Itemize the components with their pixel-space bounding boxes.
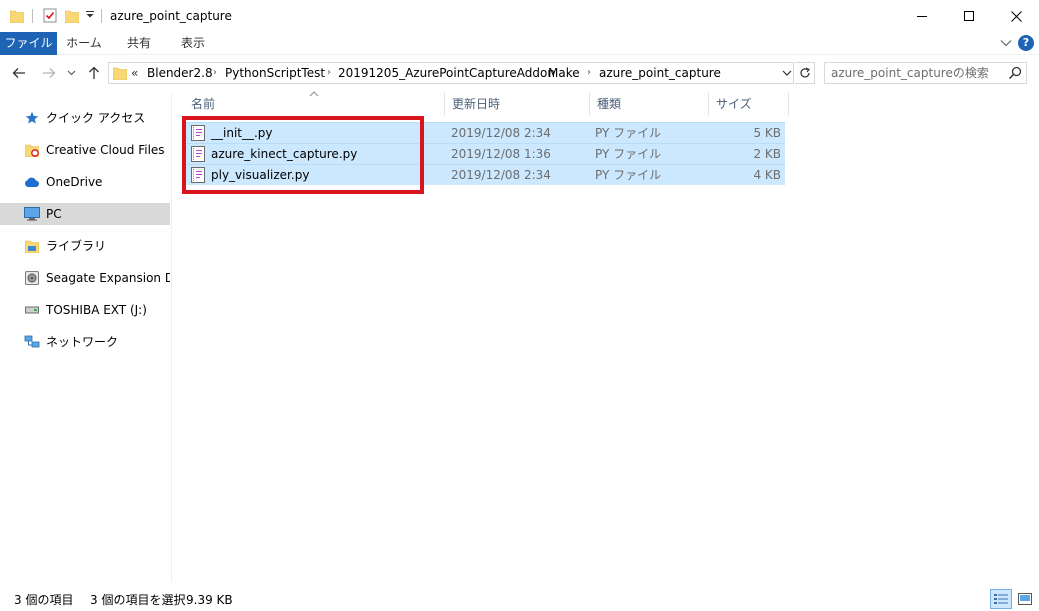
item-count: 3 個の項目 [14, 593, 74, 607]
address-bar[interactable]: « Blender2.8 › PythonScriptTest › 201912… [108, 62, 794, 84]
breadcrumb-overflow[interactable]: « [131, 65, 138, 81]
breadcrumb-azure-point-capture[interactable]: azure_point_capture [599, 65, 721, 81]
chevron-down-icon [782, 70, 792, 76]
sidebar-item-toshiba[interactable]: TOSHIBA EXT (J:) [0, 299, 170, 321]
computer-icon [24, 206, 40, 222]
customize-quick-access-icon[interactable] [85, 9, 95, 23]
close-button[interactable] [993, 0, 1039, 32]
file-type: PY ファイル [595, 126, 662, 140]
folder-icon[interactable] [9, 8, 25, 24]
breadcrumb-make[interactable]: Make [548, 65, 580, 81]
selection-size: 9.39 KB [186, 593, 233, 607]
selection-count: 3 個の項目を選択 [90, 593, 186, 607]
breadcrumb-separator[interactable]: › [536, 65, 540, 81]
tab-file[interactable]: ファイル [0, 32, 57, 55]
highlight-annotation [182, 116, 424, 194]
ribbon: ファイル ホーム 共有 表示 ? [0, 32, 1039, 55]
breadcrumb-separator[interactable]: › [327, 65, 331, 81]
column-header-type[interactable]: 種類 [589, 92, 707, 116]
arrow-left-icon [12, 68, 25, 78]
sidebar-item-label: PC [46, 207, 62, 221]
forward-button[interactable] [40, 64, 58, 82]
sidebar-item-network[interactable]: ネットワーク [0, 331, 170, 353]
navigation-bar: « Blender2.8 › PythonScriptTest › 201912… [0, 56, 1039, 90]
file-date: 2019/12/08 2:34 [451, 168, 551, 182]
new-folder-icon[interactable] [64, 8, 80, 24]
large-icons-view-icon [1018, 593, 1032, 605]
search-icon[interactable] [1008, 66, 1022, 80]
network-icon [24, 334, 40, 350]
breadcrumb-separator[interactable]: › [213, 65, 217, 81]
search-box[interactable] [824, 62, 1027, 84]
details-view-button[interactable] [990, 589, 1012, 609]
drive-icon [24, 270, 40, 286]
breadcrumb-blender[interactable]: Blender2.8 [147, 65, 213, 81]
file-date: 2019/12/08 1:36 [451, 147, 551, 161]
cloud-icon [24, 174, 40, 190]
column-header-date[interactable]: 更新日時 [444, 92, 588, 116]
refresh-button[interactable] [795, 62, 815, 84]
sidebar-item-label: ライブラリ [46, 239, 107, 253]
column-header-name[interactable]: 名前 [183, 92, 443, 116]
sidebar-item-libraries[interactable]: ライブラリ [0, 235, 170, 257]
library-icon [24, 238, 40, 254]
sidebar-item-pc[interactable]: PC [0, 203, 170, 225]
breadcrumb-pythonscripttest[interactable]: PythonScriptTest [225, 65, 325, 81]
refresh-icon [799, 67, 810, 78]
breadcrumb-addon-folder[interactable]: 20191205_AzurePointCaptureAddon [338, 65, 555, 81]
creative-cloud-icon [24, 142, 40, 158]
column-header-size[interactable]: サイズ [708, 92, 788, 116]
recent-locations-button[interactable] [64, 64, 78, 82]
properties-icon[interactable] [43, 8, 57, 23]
sidebar-item-onedrive[interactable]: OneDrive [0, 171, 170, 193]
navigation-pane: クイック アクセス Creative Cloud Files OneDrive … [0, 92, 170, 582]
tab-home[interactable]: ホーム [59, 32, 109, 55]
help-icon[interactable]: ? [1018, 35, 1034, 51]
sidebar-item-label: Seagate Expansion Drive [46, 271, 170, 285]
window-title: azure_point_capture [110, 9, 232, 23]
file-size: 2 KB [753, 147, 781, 161]
arrow-up-icon [89, 66, 99, 79]
large-icons-view-button[interactable] [1014, 589, 1036, 609]
close-icon [1010, 10, 1022, 22]
sidebar-item-label: OneDrive [46, 175, 103, 189]
file-size: 5 KB [753, 126, 781, 140]
file-type: PY ファイル [595, 147, 662, 161]
arrow-right-icon [43, 68, 56, 78]
sidebar-item-label: TOSHIBA EXT (J:) [46, 303, 147, 317]
sidebar-item-label: Creative Cloud Files [46, 143, 165, 157]
details-view-icon [994, 594, 1008, 604]
file-type: PY ファイル [595, 168, 662, 182]
address-history-button[interactable] [781, 66, 793, 80]
file-date: 2019/12/08 2:34 [451, 126, 551, 140]
chevron-down-icon [1000, 40, 1012, 47]
back-button[interactable] [10, 64, 28, 82]
sidebar-item-quick-access[interactable]: クイック アクセス [0, 107, 170, 129]
pane-divider[interactable] [171, 92, 172, 582]
usb-drive-icon [24, 302, 40, 318]
sidebar-item-label: クイック アクセス [46, 111, 146, 125]
up-button[interactable] [85, 64, 103, 82]
folder-icon [112, 66, 128, 81]
search-input[interactable] [831, 65, 1001, 81]
title-bar: azure_point_capture [0, 0, 1039, 32]
title-divider [101, 9, 102, 23]
sidebar-item-creative-cloud[interactable]: Creative Cloud Files [0, 139, 170, 161]
file-size: 4 KB [753, 168, 781, 182]
minimize-icon [917, 16, 927, 17]
sidebar-item-seagate[interactable]: Seagate Expansion Drive [0, 267, 170, 289]
tab-view[interactable]: 表示 [168, 32, 218, 55]
quick-access-divider [32, 9, 33, 23]
sidebar-item-label: ネットワーク [46, 335, 119, 349]
maximize-button[interactable] [946, 0, 992, 32]
maximize-icon [964, 11, 974, 21]
star-icon [24, 110, 40, 126]
breadcrumb-separator[interactable]: › [587, 65, 591, 81]
tab-share[interactable]: 共有 [114, 32, 164, 55]
status-bar: 3 個の項目 3 個の項目を選択 9.39 KB [0, 589, 1039, 611]
minimize-button[interactable] [899, 0, 945, 32]
chevron-down-icon [67, 70, 75, 76]
expand-ribbon-button[interactable] [998, 35, 1014, 51]
column-resizer[interactable] [788, 92, 789, 116]
